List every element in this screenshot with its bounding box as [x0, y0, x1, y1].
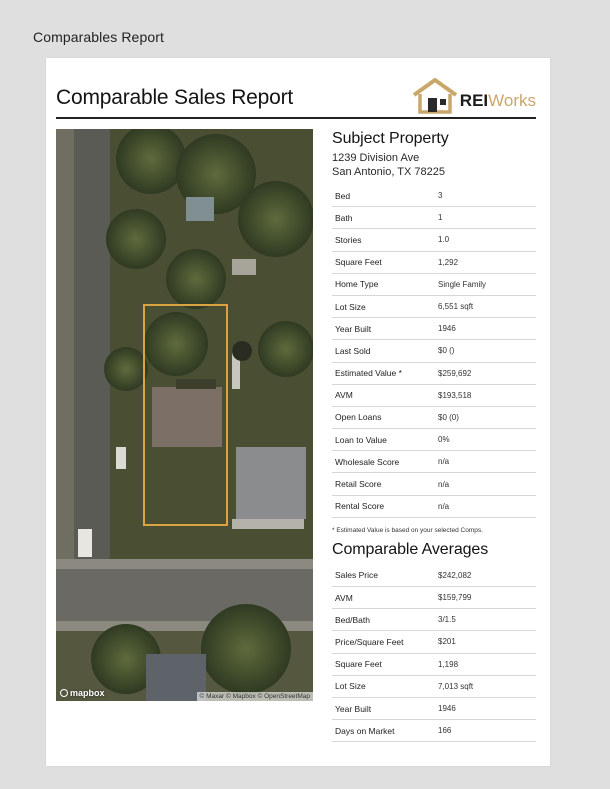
map-image: [56, 129, 313, 701]
row-value: 1946: [435, 697, 536, 721]
row-label: Open Loans: [332, 406, 435, 430]
subject-address: 1239 Division Ave San Antonio, TX 78225: [332, 151, 536, 179]
row-value: 1946: [435, 317, 536, 341]
row-label: Sales Price: [332, 564, 435, 587]
row-value: 3: [435, 185, 536, 208]
row-label: Retail Score: [332, 472, 435, 496]
row-value: 1: [435, 206, 536, 230]
row-value: $0 (0): [435, 406, 536, 430]
row-label: Lot Size: [332, 675, 435, 698]
report-sheet: Comparable Sales Report REIWorks mapbox …: [46, 58, 550, 766]
row-label: Stories: [332, 228, 435, 252]
row-value: $159,799: [435, 586, 536, 610]
row-value: $0 (): [435, 339, 536, 363]
table-row: Price/Square Feet $201: [332, 630, 536, 654]
row-value: 1,198: [435, 653, 536, 676]
row-label: Last Sold: [332, 339, 435, 363]
table-row: Last Sold $0 (): [332, 339, 536, 363]
row-label: Square Feet: [332, 653, 435, 676]
table-row: Square Feet 1,198: [332, 653, 536, 676]
table-row: Lot Size 7,013 sqft: [332, 675, 536, 698]
table-row: Bath 1: [332, 206, 536, 230]
row-label: Days on Market: [332, 719, 435, 743]
table-row: AVM $159,799: [332, 586, 536, 610]
table-row: Rental Score n/a: [332, 495, 536, 518]
table-row: Open Loans $0 (0): [332, 406, 536, 430]
row-label: Square Feet: [332, 251, 435, 274]
row-value: $259,692: [435, 362, 536, 385]
row-value: $193,518: [435, 384, 536, 407]
averages-table: Sales Price $242,082 AVM $159,799 Bed/Bath 3/…: [332, 564, 536, 743]
mapbox-brand-text: mapbox: [70, 688, 105, 698]
row-label: Price/Square Feet: [332, 630, 435, 654]
house-icon: [412, 78, 458, 114]
row-label: AVM: [332, 384, 435, 407]
row-value: Single Family: [435, 273, 536, 296]
table-row: AVM $193,518: [332, 384, 536, 407]
averages-title: Comparable Averages: [332, 540, 489, 558]
table-row: Bed 3: [332, 185, 536, 208]
table-row: Days on Market 166: [332, 719, 536, 743]
satellite-map[interactable]: mapbox © Maxar © Mapbox © OpenStreetMap: [56, 129, 313, 701]
row-value: $242,082: [435, 564, 536, 587]
row-label: Year Built: [332, 697, 435, 721]
row-label: Home Type: [332, 273, 435, 296]
table-row: Loan to Value 0%: [332, 428, 536, 452]
row-value: $201: [435, 630, 536, 654]
subject-title: Subject Property: [332, 130, 449, 147]
row-label: Estimated Value *: [332, 362, 435, 385]
property-details: Subject Property 1239 Division Ave San A…: [332, 130, 536, 743]
row-label: Wholesale Score: [332, 450, 435, 474]
table-row: Home Type Single Family: [332, 273, 536, 296]
row-label: Lot Size: [332, 295, 435, 319]
estimated-value-footnote: * Estimated Value is based on your selec…: [332, 526, 483, 534]
row-label: Loan to Value: [332, 428, 435, 452]
table-row: Sales Price $242,082: [332, 564, 536, 587]
row-label: AVM: [332, 586, 435, 610]
table-row: Square Feet 1,292: [332, 251, 536, 274]
table-row: Year Built 1946: [332, 317, 536, 341]
table-row: Estimated Value * $259,692: [332, 362, 536, 385]
table-row: Retail Score n/a: [332, 472, 536, 496]
table-row: Bed/Bath 3/1.5: [332, 608, 536, 632]
row-label: Bath: [332, 206, 435, 230]
table-row: Stories 1.0: [332, 228, 536, 252]
row-value: 1,292: [435, 251, 536, 274]
table-row: Wholesale Score n/a: [332, 450, 536, 474]
row-label: Rental Score: [332, 495, 435, 518]
row-value: 6,551 sqft: [435, 295, 536, 319]
subject-table: Bed 3 Bath 1 Stories 1.0 Square Feet 1,292 Home …: [332, 185, 536, 518]
logo-rei-text: REI: [459, 91, 489, 110]
row-value: 166: [435, 719, 536, 743]
address-line2: San Antonio, TX 78225: [332, 166, 445, 178]
address-line1: 1239 Division Ave: [332, 152, 420, 164]
row-value: 3/1.5: [435, 608, 536, 632]
logo-works-text: Works: [488, 91, 536, 110]
table-row: Lot Size 6,551 sqft: [332, 295, 536, 319]
row-value: 1.0: [435, 228, 536, 252]
report-title: Comparable Sales Report: [56, 86, 294, 109]
row-value: n/a: [435, 472, 536, 496]
row-label: Bed/Bath: [332, 608, 435, 632]
row-label: Year Built: [332, 317, 435, 341]
row-label: Bed: [332, 185, 435, 208]
mapbox-icon: [60, 689, 68, 697]
row-value: 0%: [435, 428, 536, 452]
title-divider: [56, 117, 536, 119]
map-attribution[interactable]: © Maxar © Mapbox © OpenStreetMap: [196, 692, 313, 701]
row-value: n/a: [435, 495, 536, 518]
reiworks-logo: REIWorks: [412, 78, 536, 114]
row-value: 7,013 sqft: [435, 675, 536, 698]
page-heading: Comparables Report: [33, 29, 164, 45]
row-value: n/a: [435, 450, 536, 474]
table-row: Year Built 1946: [332, 697, 536, 721]
mapbox-logo[interactable]: mapbox: [60, 688, 105, 698]
